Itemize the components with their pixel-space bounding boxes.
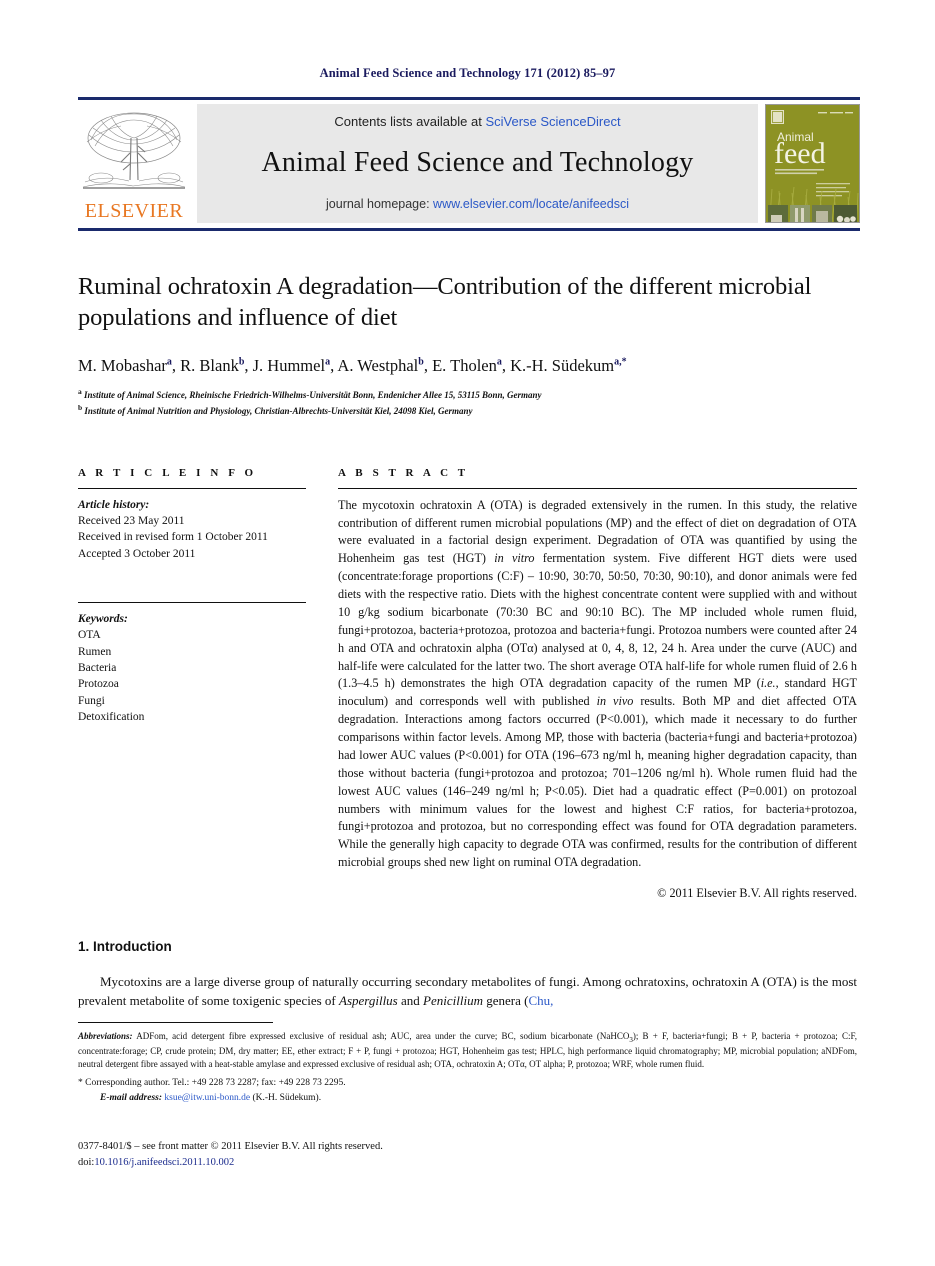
keyword-item: Fungi <box>78 694 105 707</box>
keyword-item: Rumen <box>78 645 112 658</box>
masthead-center-panel: Contents lists available at SciVerse Sci… <box>197 104 758 223</box>
abstract-heading: A B S T R A C T <box>338 466 469 479</box>
keywords-rule <box>78 602 306 604</box>
email-link[interactable]: ksue@itw.uni-bonn.de <box>164 1093 250 1103</box>
introduction-section: 1. Introduction Mycotoxins are a large d… <box>78 939 857 1010</box>
email-suffix: (K.-H. Südekum). <box>250 1092 322 1103</box>
info-abstract-row: A R T I C L E I N F O Article history: R… <box>78 467 857 901</box>
abstract-column: A B S T R A C T The mycotoxin ochratoxin… <box>338 467 857 901</box>
abstract-text: The mycotoxin ochratoxin A (OTA) is degr… <box>338 497 858 870</box>
article-info-rule <box>78 487 306 489</box>
affiliation-list: a Institute of Animal Science, Rheinisch… <box>78 386 857 419</box>
keywords-label: Keywords: <box>78 613 128 626</box>
affiliation-text-a: Institute of Animal Science, Rheinische … <box>84 389 542 400</box>
page-title: Ruminal ochratoxin A degradation—Contrib… <box>78 273 812 332</box>
keyword-item: OTA <box>78 629 101 642</box>
sciencedirect-link[interactable]: SciVerse ScienceDirect <box>485 114 620 129</box>
footnote-block: Abbreviations: ADFom, acid detergent fib… <box>78 1022 857 1103</box>
affiliation-marker-b: b <box>78 403 83 413</box>
contents-available-line: Contents lists available at SciVerse Sci… <box>334 114 620 129</box>
doi-link[interactable]: 10.1016/j.anifeedsci.2011.10.002 <box>94 1157 234 1168</box>
article-history-received: Received 23 May 2011 <box>78 515 185 528</box>
introduction-heading: 1. Introduction <box>78 939 172 955</box>
journal-article-page: Animal Feed Science and Technology 171 (… <box>0 0 935 1266</box>
elsevier-logo: ELSEVIER <box>78 104 190 223</box>
affiliation-text-b: Institute of Animal Nutrition and Physio… <box>84 406 473 417</box>
doi-label: doi: <box>78 1157 95 1169</box>
corresponding-author-note: * Corresponding author. Tel.: +49 228 73… <box>78 1078 346 1089</box>
elsevier-wordmark: ELSEVIER <box>84 200 184 222</box>
bottom-matter: 0377-8401/$ – see front matter © 2011 El… <box>78 1139 383 1172</box>
article-history-revised: Received in revised form 1 October 2011 <box>78 531 268 544</box>
svg-text:feed: feed <box>774 137 826 170</box>
issn-front-matter: 0377-8401/$ – see front matter © 2011 El… <box>78 1141 383 1152</box>
elsevier-tree-icon <box>82 112 186 189</box>
homepage-prefix: journal homepage: <box>326 197 434 211</box>
footnote-rule <box>78 1022 273 1023</box>
article-info-column: A R T I C L E I N F O Article history: R… <box>78 467 306 901</box>
cover-artwork-icon: Animal feed <box>766 105 859 222</box>
email-label: E-mail address: <box>100 1092 163 1103</box>
article-info-heading: A R T I C L E I N F O <box>78 466 257 479</box>
affiliation-a: a Institute of Animal Science, Rheinisch… <box>78 386 857 403</box>
journal-homepage-link[interactable]: www.elsevier.com/locate/anifeedsci <box>433 197 629 211</box>
keyword-item: Detoxification <box>78 711 145 723</box>
affiliation-b: b Institute of Animal Nutrition and Phys… <box>78 402 857 419</box>
email-note: E-mail address: ksue@itw.uni-bonn.de (K.… <box>78 1093 857 1103</box>
contents-prefix: Contents lists available at <box>334 114 486 129</box>
title-block: Ruminal ochratoxin A degradation—Contrib… <box>78 271 857 419</box>
journal-cover-thumbnail: Animal feed <box>765 104 860 223</box>
keyword-item: Bacteria <box>78 662 117 675</box>
journal-title: Animal Feed Science and Technology <box>261 147 694 178</box>
abbreviations-text: ADFom, acid detergent fibre expressed ex… <box>78 1031 858 1070</box>
keyword-item: Protozoa <box>78 678 119 691</box>
keywords-block: Keywords: OTA Rumen Bacteria Protozoa Fu… <box>78 602 306 725</box>
article-history-label: Article history: <box>78 498 150 511</box>
introduction-paragraph: Mycotoxins are a large diverse group of … <box>78 974 857 1009</box>
running-head: Animal Feed Science and Technology 171 (… <box>319 66 616 80</box>
article-history-block: Article history: Received 23 May 2011 Re… <box>78 497 306 562</box>
abstract-copyright: © 2011 Elsevier B.V. All rights reserved… <box>657 886 857 901</box>
affiliation-marker-a: a <box>78 386 82 396</box>
abbreviations-label: Abbreviations: <box>78 1031 133 1041</box>
article-history-accepted: Accepted 3 October 2011 <box>78 547 196 560</box>
doi-line: doi:10.1016/j.anifeedsci.2011.10.002 <box>78 1155 383 1171</box>
abbreviations-note: Abbreviations: ADFom, acid detergent fib… <box>78 1030 857 1071</box>
abstract-rule <box>338 487 857 489</box>
journal-masthead: ELSEVIER Contents lists available at Sci… <box>78 97 860 231</box>
journal-homepage-line: journal homepage: www.elsevier.com/locat… <box>326 197 629 211</box>
author-list: M. Mobashara, R. Blankb, J. Hummela, A. … <box>78 355 627 375</box>
